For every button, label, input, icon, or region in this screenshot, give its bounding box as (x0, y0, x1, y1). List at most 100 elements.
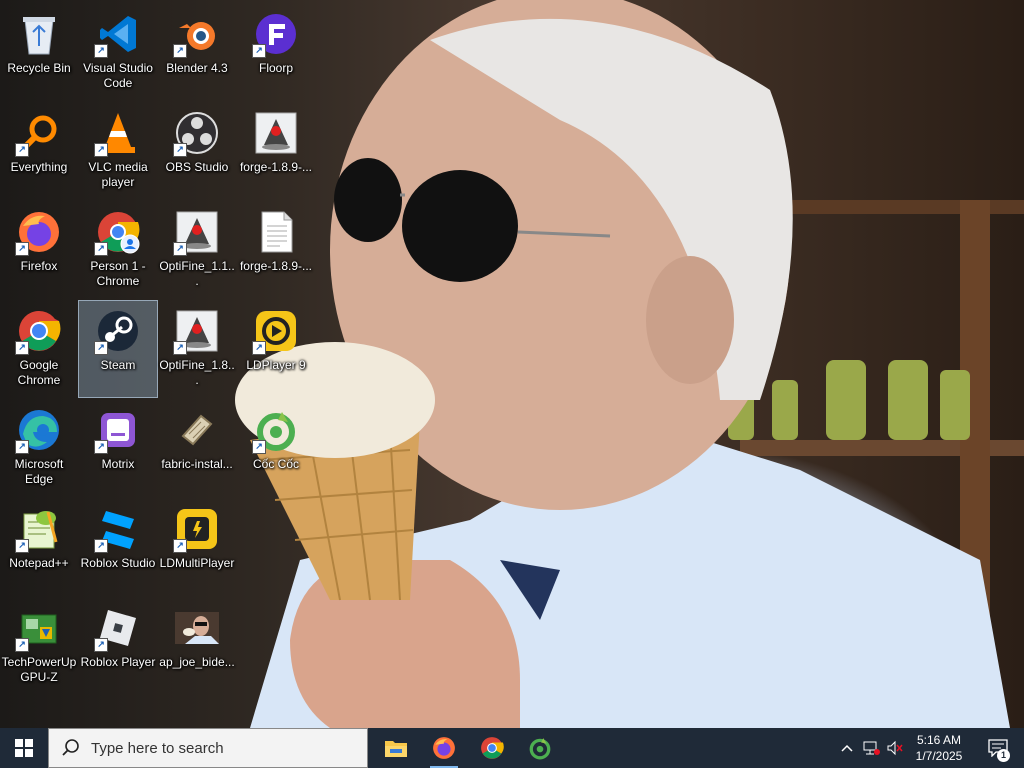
shortcut-arrow-icon: ↗ (94, 44, 108, 58)
motrix-icon: ↗ (94, 406, 142, 454)
shortcut-arrow-icon: ↗ (252, 341, 266, 355)
shortcut-arrow-icon: ↗ (94, 143, 108, 157)
gpuz-icon: ↗ (15, 604, 63, 652)
taskbar-clock[interactable]: 5:16 AM 1/7/2025 (908, 728, 970, 768)
fabric-icon (173, 406, 221, 454)
shortcut-arrow-icon: ↗ (15, 341, 29, 355)
search-input[interactable] (89, 738, 353, 758)
desktop-icon-forge-2[interactable]: forge-1.8.9-... (237, 202, 315, 298)
desktop-icon-notepad-plus-plus[interactable]: ↗ Notepad++ (0, 499, 78, 595)
volume-muted-icon (887, 740, 903, 756)
desktop-icon-everything[interactable]: ↗ Everything (0, 103, 78, 199)
shortcut-arrow-icon: ↗ (173, 341, 187, 355)
taskbar-coc-coc[interactable] (516, 728, 564, 768)
chrome-profile-icon: ↗ (94, 208, 142, 256)
search-icon (62, 739, 79, 756)
clock-date: 1/7/2025 (915, 749, 963, 763)
desktop-icon-label: Firefox (20, 259, 58, 273)
notepadpp-icon: ↗ (15, 505, 63, 553)
blender-icon: ↗ (173, 10, 221, 58)
java-icon (252, 109, 300, 157)
desktop-icon-roblox-studio[interactable]: ↗ Roblox Studio (79, 499, 157, 595)
desktop-icon-recycle-bin[interactable]: Recycle Bin (0, 4, 78, 100)
ldplayer-icon: ↗ (252, 307, 300, 355)
desktop-icon-label: Visual Studio Code (83, 61, 153, 90)
shortcut-arrow-icon: ↗ (15, 242, 29, 256)
shortcut-arrow-icon: ↗ (173, 242, 187, 256)
desktop-icon-label: Floorp (258, 61, 293, 75)
desktop-icon-google-chrome[interactable]: ↗ Google Chrome (0, 301, 78, 397)
desktop-icon-ldplayer-9[interactable]: ↗ LDPlayer 9 (237, 301, 315, 397)
network-status-button[interactable] (860, 728, 882, 768)
image-thumbnail-icon (173, 604, 221, 652)
obs-icon: ↗ (173, 109, 221, 157)
shortcut-arrow-icon: ↗ (94, 638, 108, 652)
ldmultiplayer-icon: ↗ (173, 505, 221, 553)
desktop-icon-label: OptiFine_1.8... (159, 358, 235, 387)
desktop-icon-fabric-installer[interactable]: fabric-instal... (158, 400, 236, 496)
desktop-icon-label: Person 1 - Chrome (90, 259, 146, 288)
desktop-icon-label: Everything (10, 160, 68, 174)
desktop-icon-vscode[interactable]: ↗ Visual Studio Code (79, 4, 157, 100)
shortcut-arrow-icon: ↗ (15, 440, 29, 454)
desktop-icon-obs-studio[interactable]: ↗ OBS Studio (158, 103, 236, 199)
desktop-icon-ldmultiplayer[interactable]: ↗ LDMultiPlayer (158, 499, 236, 595)
show-hidden-icons-button[interactable] (836, 728, 858, 768)
clock-time: 5:16 AM (916, 733, 962, 747)
desktop-icon-person-1-chrome[interactable]: ↗ Person 1 - Chrome (79, 202, 157, 298)
desktop-icon-label: TechPowerUp GPU-Z (1, 655, 77, 684)
desktop-icon-label: LDMultiPlayer (159, 556, 235, 570)
desktop-icon-label: OptiFine_1.1... (159, 259, 235, 288)
network-disconnected-icon (863, 741, 880, 755)
desktop-icon-roblox-player[interactable]: ↗ Roblox Player (79, 598, 157, 694)
desktop-icon-gpu-z[interactable]: ↗ TechPowerUp GPU-Z (0, 598, 78, 694)
desktop-icon-ap-joe-biden-image[interactable]: ap_joe_bide... (158, 598, 236, 694)
everything-search-icon: ↗ (15, 109, 63, 157)
desktop-icon-label: VLC media player (88, 160, 148, 189)
desktop-icon-label: forge-1.8.9-... (239, 160, 313, 174)
shortcut-arrow-icon: ↗ (15, 143, 29, 157)
shortcut-arrow-icon: ↗ (94, 341, 108, 355)
chrome-icon: ↗ (15, 307, 63, 355)
desktop-icon-label: ap_joe_bide... (159, 655, 235, 669)
java-icon: ↗ (173, 208, 221, 256)
recycle-bin-icon (15, 10, 63, 58)
coccoc-icon (529, 738, 551, 760)
action-center-button[interactable]: 1 (978, 728, 1018, 768)
firefox-icon (433, 737, 455, 759)
desktop-icon-steam[interactable]: ↗ Steam (78, 300, 158, 398)
desktop-icon-optifine-2[interactable]: ↗ OptiFine_1.8... (158, 301, 236, 397)
taskbar-chrome[interactable] (468, 728, 516, 768)
java-icon: ↗ (173, 307, 221, 355)
floorp-icon: ↗ (252, 10, 300, 58)
taskbar-firefox[interactable] (420, 728, 468, 768)
desktop-icon-firefox[interactable]: ↗ Firefox (0, 202, 78, 298)
start-button[interactable] (0, 728, 48, 768)
desktop-icon-floorp[interactable]: ↗ Floorp (237, 4, 315, 100)
firefox-icon: ↗ (15, 208, 63, 256)
desktop-icon-label: forge-1.8.9-... (239, 259, 313, 273)
desktop-icon-blender[interactable]: ↗ Blender 4.3 (158, 4, 236, 100)
desktop-icon-optifine-1[interactable]: ↗ OptiFine_1.1... (158, 202, 236, 298)
desktop-icon-label: Blender 4.3 (166, 61, 228, 75)
shortcut-arrow-icon: ↗ (94, 539, 108, 553)
chevron-up-icon (841, 744, 853, 752)
desktop-icon-label: Microsoft Edge (14, 457, 64, 486)
desktop-icon-motrix[interactable]: ↗ Motrix (79, 400, 157, 496)
taskbar-file-explorer[interactable] (372, 728, 420, 768)
desktop-icon-vlc[interactable]: ↗ VLC media player (79, 103, 157, 199)
desktop-icon-label: Roblox Player (80, 655, 156, 669)
edge-icon: ↗ (15, 406, 63, 454)
shortcut-arrow-icon: ↗ (15, 539, 29, 553)
desktop-icon-microsoft-edge[interactable]: ↗ Microsoft Edge (0, 400, 78, 496)
shortcut-arrow-icon: ↗ (15, 638, 29, 652)
volume-button[interactable] (884, 728, 906, 768)
desktop-icon-label: Cốc Cốc (252, 457, 299, 471)
desktop-icon-forge-1[interactable]: forge-1.8.9-... (237, 103, 315, 199)
steam-icon: ↗ (94, 307, 142, 355)
desktop-icon-label: Motrix (101, 457, 135, 471)
taskbar-search-box[interactable] (48, 728, 368, 768)
shortcut-arrow-icon: ↗ (94, 440, 108, 454)
desktop-icon-label: Recycle Bin (7, 61, 71, 75)
desktop-icon-coc-coc[interactable]: ↗ Cốc Cốc (237, 400, 315, 496)
